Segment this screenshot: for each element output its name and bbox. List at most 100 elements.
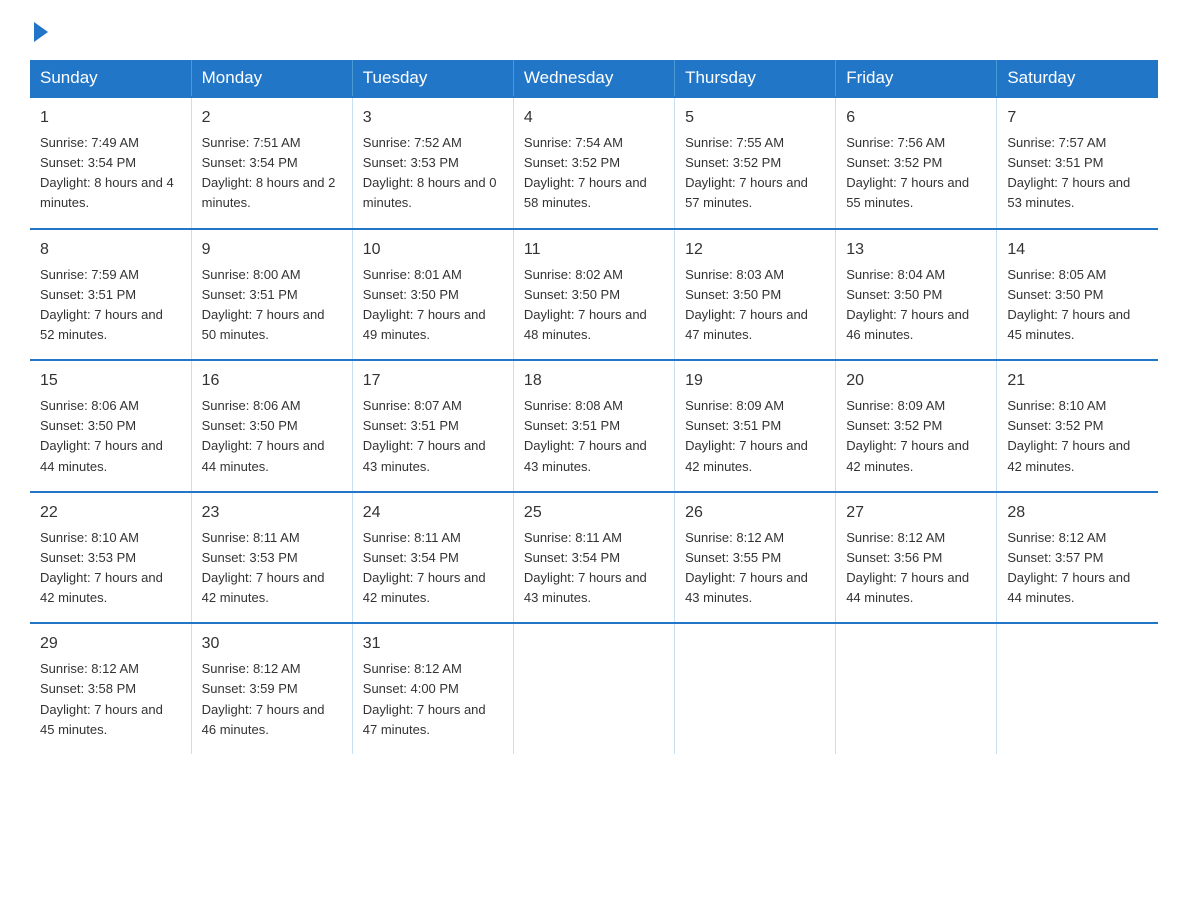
day-number: 29: [40, 632, 181, 656]
day-number: 18: [524, 369, 664, 393]
calendar-row-1: 1 Sunrise: 7:49 AMSunset: 3:54 PMDaylight…: [30, 97, 1158, 229]
calendar-cell: 23 Sunrise: 8:11 AMSunset: 3:53 PMDayligh…: [191, 492, 352, 624]
day-info: Sunrise: 8:01 AMSunset: 3:50 PMDaylight:…: [363, 267, 486, 342]
logo-blue-text: [30, 20, 48, 42]
day-number: 24: [363, 501, 503, 525]
calendar-cell: 10Sunrise: 8:01 AMSunset: 3:50 PMDayligh…: [352, 229, 513, 361]
day-info: Sunrise: 8:12 AMSunset: 3:56 PMDaylight:…: [846, 530, 969, 605]
day-info: Sunrise: 8:11 AMSunset: 3:53 PMDaylight:…: [202, 530, 325, 605]
calendar-cell: 24 Sunrise: 8:11 AMSunset: 3:54 PMDayligh…: [352, 492, 513, 624]
calendar-cell: 18 Sunrise: 8:08 AMSunset: 3:51 PMDayligh…: [513, 360, 674, 492]
day-info: Sunrise: 7:55 AMSunset: 3:52 PMDaylight:…: [685, 135, 808, 210]
day-info: Sunrise: 8:11 AMSunset: 3:54 PMDaylight:…: [524, 530, 647, 605]
day-info: Sunrise: 8:12 AMSunset: 3:55 PMDaylight:…: [685, 530, 808, 605]
day-number: 23: [202, 501, 342, 525]
calendar-cell: 20 Sunrise: 8:09 AMSunset: 3:52 PMDayligh…: [836, 360, 997, 492]
day-number: 12: [685, 238, 825, 262]
day-info: Sunrise: 8:12 AMSunset: 3:57 PMDaylight:…: [1007, 530, 1130, 605]
day-number: 28: [1007, 501, 1148, 525]
day-info: Sunrise: 8:09 AMSunset: 3:51 PMDaylight:…: [685, 398, 808, 473]
day-info: Sunrise: 8:04 AMSunset: 3:50 PMDaylight:…: [846, 267, 969, 342]
calendar-cell: 13Sunrise: 8:04 AMSunset: 3:50 PMDayligh…: [836, 229, 997, 361]
calendar-cell: 7 Sunrise: 7:57 AMSunset: 3:51 PMDaylight…: [997, 97, 1158, 229]
day-number: 3: [363, 106, 503, 130]
day-info: Sunrise: 8:02 AMSunset: 3:50 PMDaylight:…: [524, 267, 647, 342]
day-info: Sunrise: 8:12 AMSunset: 4:00 PMDaylight:…: [363, 661, 486, 736]
day-info: Sunrise: 7:56 AMSunset: 3:52 PMDaylight:…: [846, 135, 969, 210]
col-thursday: Thursday: [675, 60, 836, 97]
calendar-cell: 1 Sunrise: 7:49 AMSunset: 3:54 PMDaylight…: [30, 97, 191, 229]
calendar-cell: 27 Sunrise: 8:12 AMSunset: 3:56 PMDayligh…: [836, 492, 997, 624]
day-info: Sunrise: 7:57 AMSunset: 3:51 PMDaylight:…: [1007, 135, 1130, 210]
day-number: 16: [202, 369, 342, 393]
page-header: [30, 20, 1158, 42]
day-info: Sunrise: 7:52 AMSunset: 3:53 PMDaylight:…: [363, 135, 497, 210]
logo-triangle-icon: [34, 22, 48, 42]
calendar-cell: 3 Sunrise: 7:52 AMSunset: 3:53 PMDaylight…: [352, 97, 513, 229]
col-tuesday: Tuesday: [352, 60, 513, 97]
day-info: Sunrise: 8:12 AMSunset: 3:59 PMDaylight:…: [202, 661, 325, 736]
day-number: 15: [40, 369, 181, 393]
calendar-cell: 26 Sunrise: 8:12 AMSunset: 3:55 PMDayligh…: [675, 492, 836, 624]
day-info: Sunrise: 8:08 AMSunset: 3:51 PMDaylight:…: [524, 398, 647, 473]
day-number: 25: [524, 501, 664, 525]
logo: [30, 20, 48, 42]
day-number: 14: [1007, 238, 1148, 262]
calendar-cell: 11 Sunrise: 8:02 AMSunset: 3:50 PMDayligh…: [513, 229, 674, 361]
day-number: 8: [40, 238, 181, 262]
day-number: 1: [40, 106, 181, 130]
calendar-cell: 29 Sunrise: 8:12 AMSunset: 3:58 PMDayligh…: [30, 623, 191, 754]
calendar-cell: 19 Sunrise: 8:09 AMSunset: 3:51 PMDayligh…: [675, 360, 836, 492]
day-info: Sunrise: 8:05 AMSunset: 3:50 PMDaylight:…: [1007, 267, 1130, 342]
day-info: Sunrise: 7:59 AMSunset: 3:51 PMDaylight:…: [40, 267, 163, 342]
day-info: Sunrise: 8:09 AMSunset: 3:52 PMDaylight:…: [846, 398, 969, 473]
header-row: Sunday Monday Tuesday Wednesday Thursday…: [30, 60, 1158, 97]
day-info: Sunrise: 8:10 AMSunset: 3:53 PMDaylight:…: [40, 530, 163, 605]
day-number: 30: [202, 632, 342, 656]
calendar-cell: 28 Sunrise: 8:12 AMSunset: 3:57 PMDayligh…: [997, 492, 1158, 624]
calendar-row-3: 15 Sunrise: 8:06 AMSunset: 3:50 PMDayligh…: [30, 360, 1158, 492]
col-wednesday: Wednesday: [513, 60, 674, 97]
calendar-cell: 22 Sunrise: 8:10 AMSunset: 3:53 PMDayligh…: [30, 492, 191, 624]
day-number: 26: [685, 501, 825, 525]
calendar-body: 1 Sunrise: 7:49 AMSunset: 3:54 PMDaylight…: [30, 97, 1158, 754]
day-info: Sunrise: 8:06 AMSunset: 3:50 PMDaylight:…: [40, 398, 163, 473]
day-number: 19: [685, 369, 825, 393]
day-info: Sunrise: 7:51 AMSunset: 3:54 PMDaylight:…: [202, 135, 336, 210]
calendar-cell: 21Sunrise: 8:10 AMSunset: 3:52 PMDayligh…: [997, 360, 1158, 492]
col-monday: Monday: [191, 60, 352, 97]
calendar-cell: [836, 623, 997, 754]
calendar-row-4: 22 Sunrise: 8:10 AMSunset: 3:53 PMDayligh…: [30, 492, 1158, 624]
day-info: Sunrise: 7:54 AMSunset: 3:52 PMDaylight:…: [524, 135, 647, 210]
calendar-cell: 4 Sunrise: 7:54 AMSunset: 3:52 PMDaylight…: [513, 97, 674, 229]
day-number: 31: [363, 632, 503, 656]
calendar-cell: 8 Sunrise: 7:59 AMSunset: 3:51 PMDaylight…: [30, 229, 191, 361]
calendar-row-5: 29 Sunrise: 8:12 AMSunset: 3:58 PMDayligh…: [30, 623, 1158, 754]
calendar-cell: 14 Sunrise: 8:05 AMSunset: 3:50 PMDayligh…: [997, 229, 1158, 361]
day-number: 5: [685, 106, 825, 130]
day-number: 9: [202, 238, 342, 262]
day-number: 7: [1007, 106, 1148, 130]
calendar-header: Sunday Monday Tuesday Wednesday Thursday…: [30, 60, 1158, 97]
calendar-cell: 12Sunrise: 8:03 AMSunset: 3:50 PMDayligh…: [675, 229, 836, 361]
day-number: 20: [846, 369, 986, 393]
calendar-cell: 9 Sunrise: 8:00 AMSunset: 3:51 PMDaylight…: [191, 229, 352, 361]
day-info: Sunrise: 8:06 AMSunset: 3:50 PMDaylight:…: [202, 398, 325, 473]
day-number: 2: [202, 106, 342, 130]
day-number: 22: [40, 501, 181, 525]
calendar-cell: [675, 623, 836, 754]
day-number: 4: [524, 106, 664, 130]
day-number: 21: [1007, 369, 1148, 393]
day-info: Sunrise: 8:07 AMSunset: 3:51 PMDaylight:…: [363, 398, 486, 473]
calendar-cell: 16 Sunrise: 8:06 AMSunset: 3:50 PMDayligh…: [191, 360, 352, 492]
calendar-cell: 25 Sunrise: 8:11 AMSunset: 3:54 PMDayligh…: [513, 492, 674, 624]
day-number: 11: [524, 238, 664, 262]
calendar-table: Sunday Monday Tuesday Wednesday Thursday…: [30, 60, 1158, 754]
day-info: Sunrise: 8:12 AMSunset: 3:58 PMDaylight:…: [40, 661, 163, 736]
calendar-cell: [997, 623, 1158, 754]
day-info: Sunrise: 8:11 AMSunset: 3:54 PMDaylight:…: [363, 530, 486, 605]
day-info: Sunrise: 7:49 AMSunset: 3:54 PMDaylight:…: [40, 135, 174, 210]
calendar-cell: 5 Sunrise: 7:55 AMSunset: 3:52 PMDaylight…: [675, 97, 836, 229]
day-info: Sunrise: 8:00 AMSunset: 3:51 PMDaylight:…: [202, 267, 325, 342]
day-number: 27: [846, 501, 986, 525]
